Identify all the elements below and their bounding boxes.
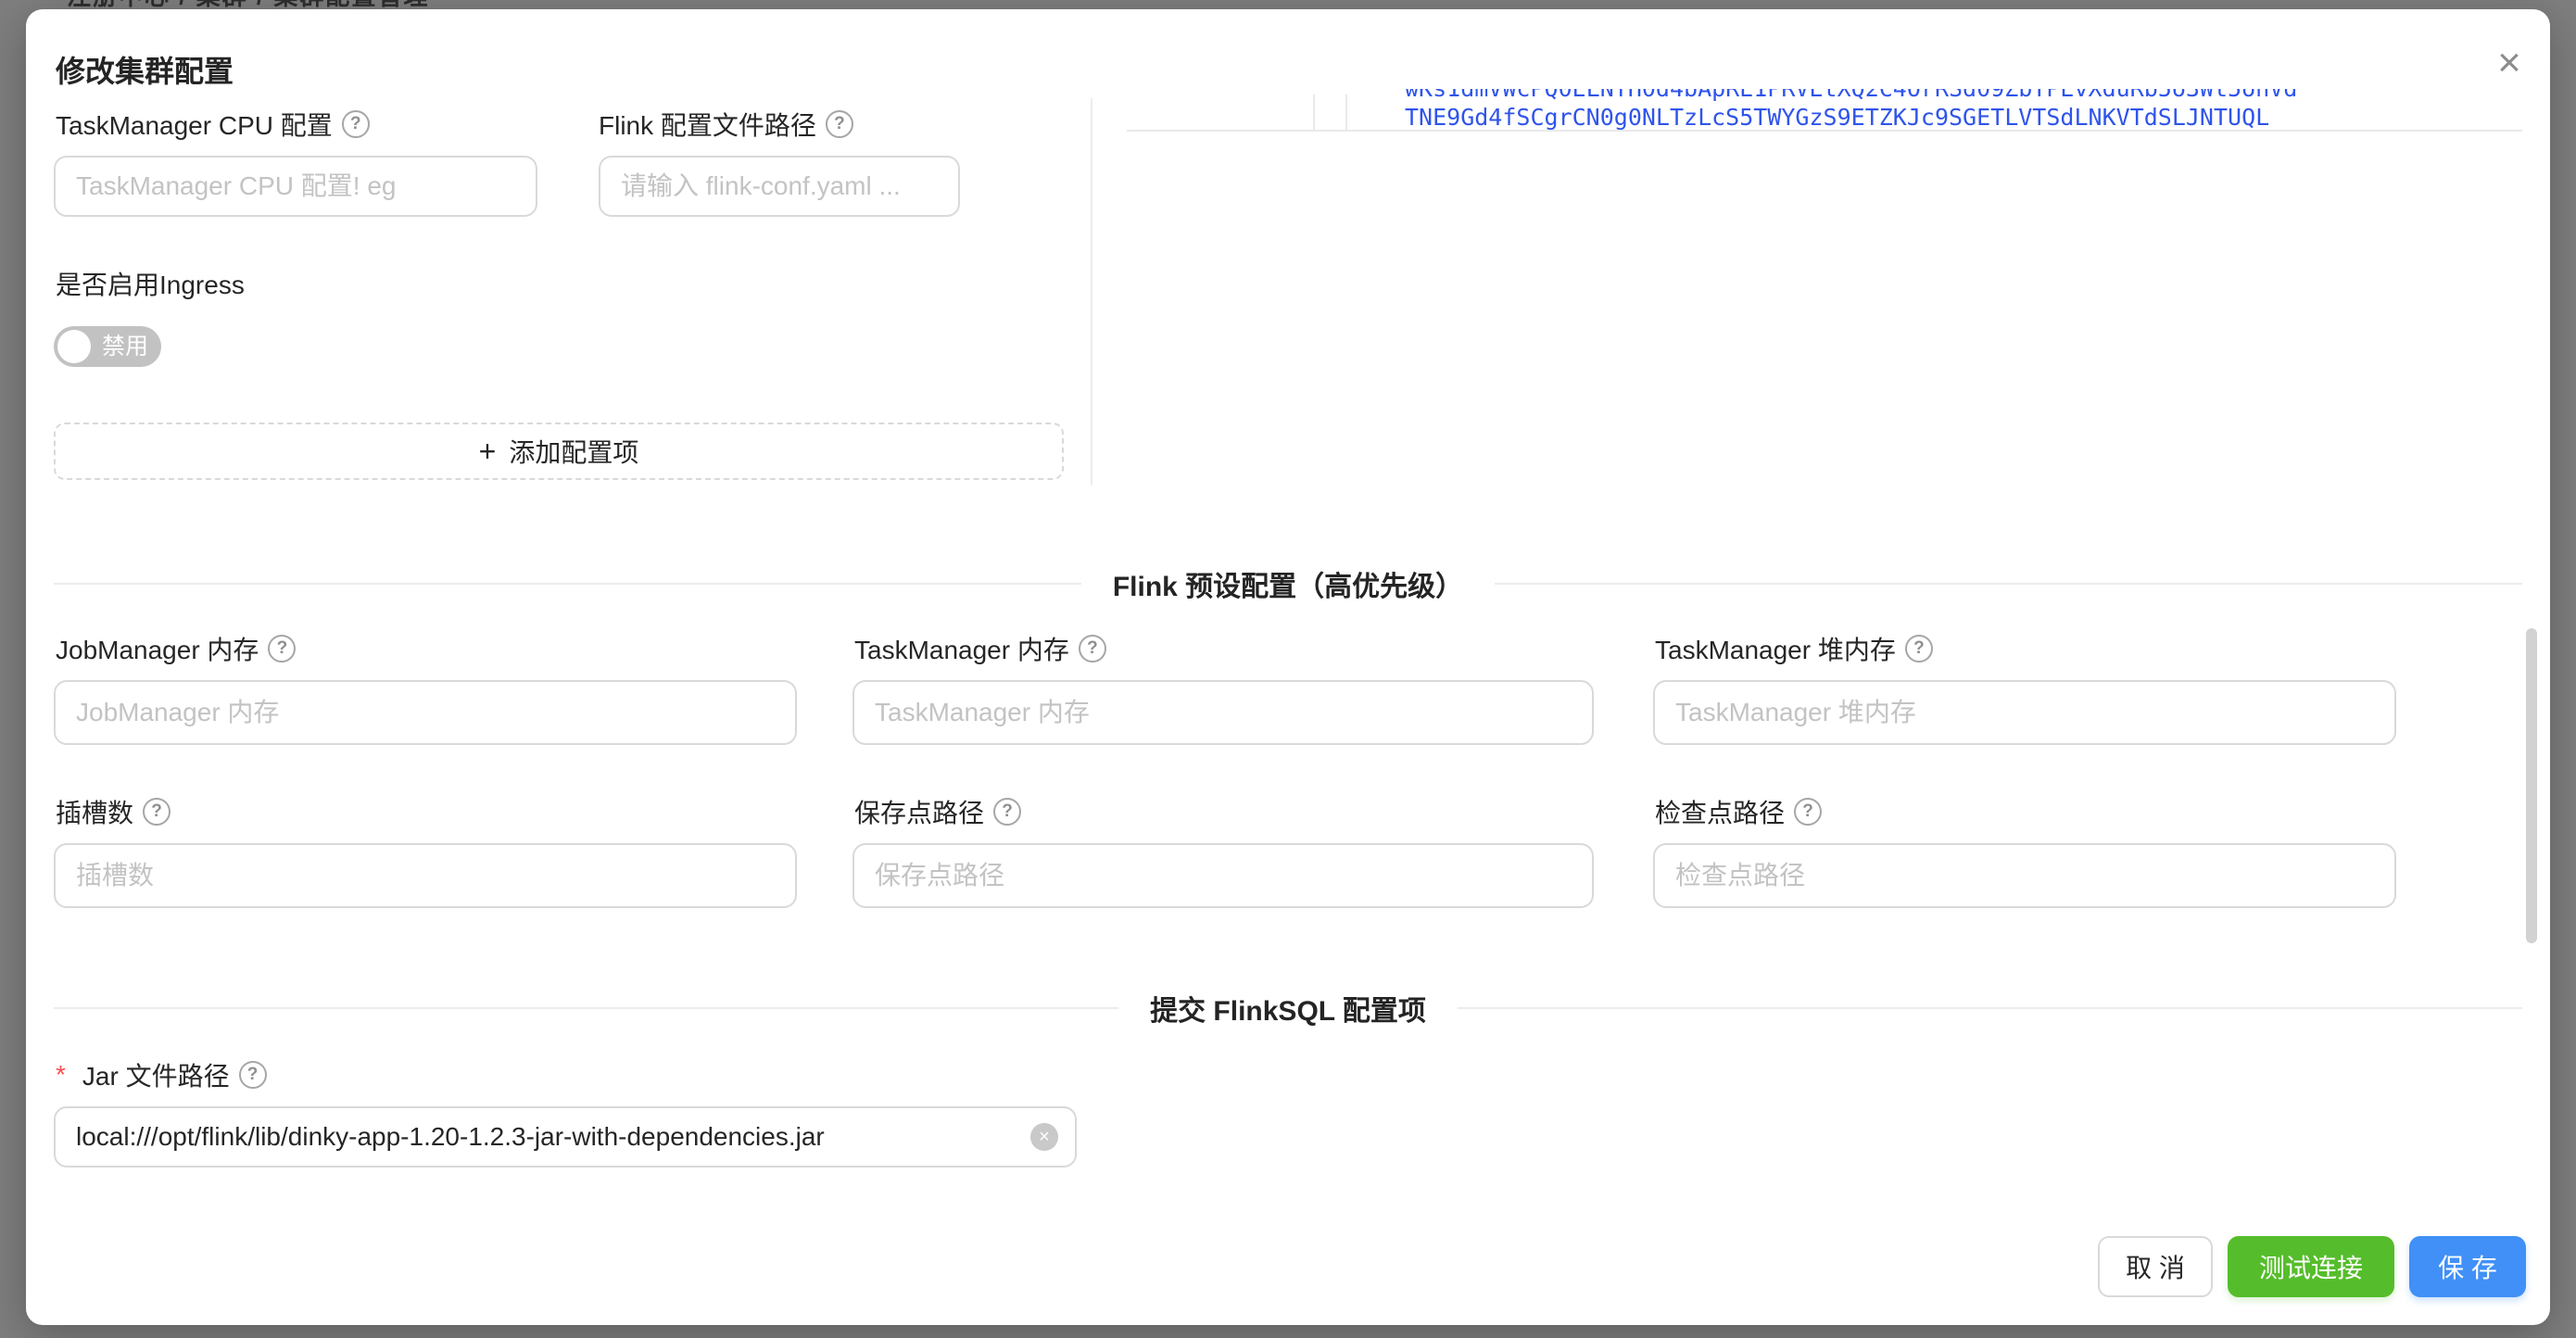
save-button[interactable]: 保 存 [2409, 1236, 2526, 1297]
column-divider [1091, 98, 1092, 486]
flink-conf-path-label: Flink 配置文件路径 ? [599, 107, 853, 141]
clear-input-icon[interactable]: × [1030, 1123, 1058, 1151]
preset-section-divider: Flink 预设配置（高优先级） [54, 563, 2522, 604]
modal-backdrop: 注册中心 / 集群 / 集群配置管理 修改集群配置 × TaskManager … [0, 0, 2576, 1338]
help-icon[interactable]: ? [143, 798, 170, 826]
add-config-item-button[interactable]: + 添加配置项 [54, 423, 1064, 480]
table-cell-border [1345, 95, 1347, 130]
toggle-knob [57, 330, 91, 363]
checkpoint-path-label: 检查点路径 ? [1655, 795, 1822, 828]
modal-scrollbar-thumb[interactable] [2526, 628, 2537, 943]
help-icon[interactable]: ? [1794, 798, 1822, 826]
jar-path-input[interactable] [56, 1108, 1030, 1166]
help-icon[interactable]: ? [239, 1061, 267, 1089]
taskmanager-memory-input[interactable] [852, 680, 1594, 745]
ingress-toggle[interactable]: 禁用 [54, 326, 161, 367]
modal-title: 修改集群配置 [56, 48, 234, 91]
jobmanager-memory-label: JobManager 内存 ? [56, 632, 296, 665]
taskmanager-memory-label: TaskManager 内存 ? [854, 632, 1106, 665]
help-icon[interactable]: ? [1079, 635, 1106, 663]
preset-section-title: Flink 预设配置（高优先级） [1081, 563, 1495, 604]
clipped-config-table-row: wKs1dmVWcPQ0ELNTH0d4bApRE1PRVEtXQ2C4OrRS… [1127, 89, 2522, 132]
savepoint-path-label: 保存点路径 ? [854, 795, 1021, 828]
plus-icon: + [479, 435, 497, 469]
close-icon[interactable]: × [2483, 37, 2535, 89]
help-icon[interactable]: ? [268, 635, 296, 663]
kubeconfig-clipped-text: wKs1dmVWcPQ0ELNTH0d4bApRE1PRVEtXQ2C4OrRS… [1405, 89, 2297, 132]
add-config-item-label: 添加配置项 [509, 433, 638, 470]
slots-label: 插槽数 ? [56, 795, 170, 828]
checkpoint-path-input[interactable] [1653, 843, 2396, 908]
taskmanager-heap-label: TaskManager 堆内存 ? [1655, 632, 1933, 665]
help-icon[interactable]: ? [342, 110, 370, 138]
table-cell-border [1313, 95, 1315, 130]
savepoint-path-input[interactable] [852, 843, 1594, 908]
help-icon[interactable]: ? [993, 798, 1021, 826]
help-icon[interactable]: ? [1905, 635, 1933, 663]
test-connection-button[interactable]: 测试连接 [2228, 1236, 2394, 1297]
submit-section-divider: 提交 FlinkSQL 配置项 [54, 988, 2522, 1029]
required-asterisk: * [56, 1060, 66, 1090]
taskmanager-cpu-label: TaskManager CPU 配置 ? [56, 107, 370, 141]
jobmanager-memory-input[interactable] [54, 680, 797, 745]
help-icon[interactable]: ? [826, 110, 853, 138]
jar-path-field: × [54, 1106, 1077, 1168]
taskmanager-heap-input[interactable] [1653, 680, 2396, 745]
edit-cluster-config-modal: 修改集群配置 × TaskManager CPU 配置 ? Flink 配置文件… [26, 9, 2550, 1325]
ingress-label: 是否启用Ingress [56, 267, 245, 300]
cancel-button[interactable]: 取 消 [2098, 1236, 2213, 1297]
flink-conf-path-input[interactable] [599, 156, 960, 217]
jar-path-label: * Jar 文件路径 ? [56, 1058, 267, 1092]
taskmanager-cpu-input[interactable] [54, 156, 537, 217]
submit-section-title: 提交 FlinkSQL 配置项 [1118, 988, 1458, 1029]
slots-input[interactable] [54, 843, 797, 908]
toggle-state-text: 禁用 [102, 326, 148, 367]
